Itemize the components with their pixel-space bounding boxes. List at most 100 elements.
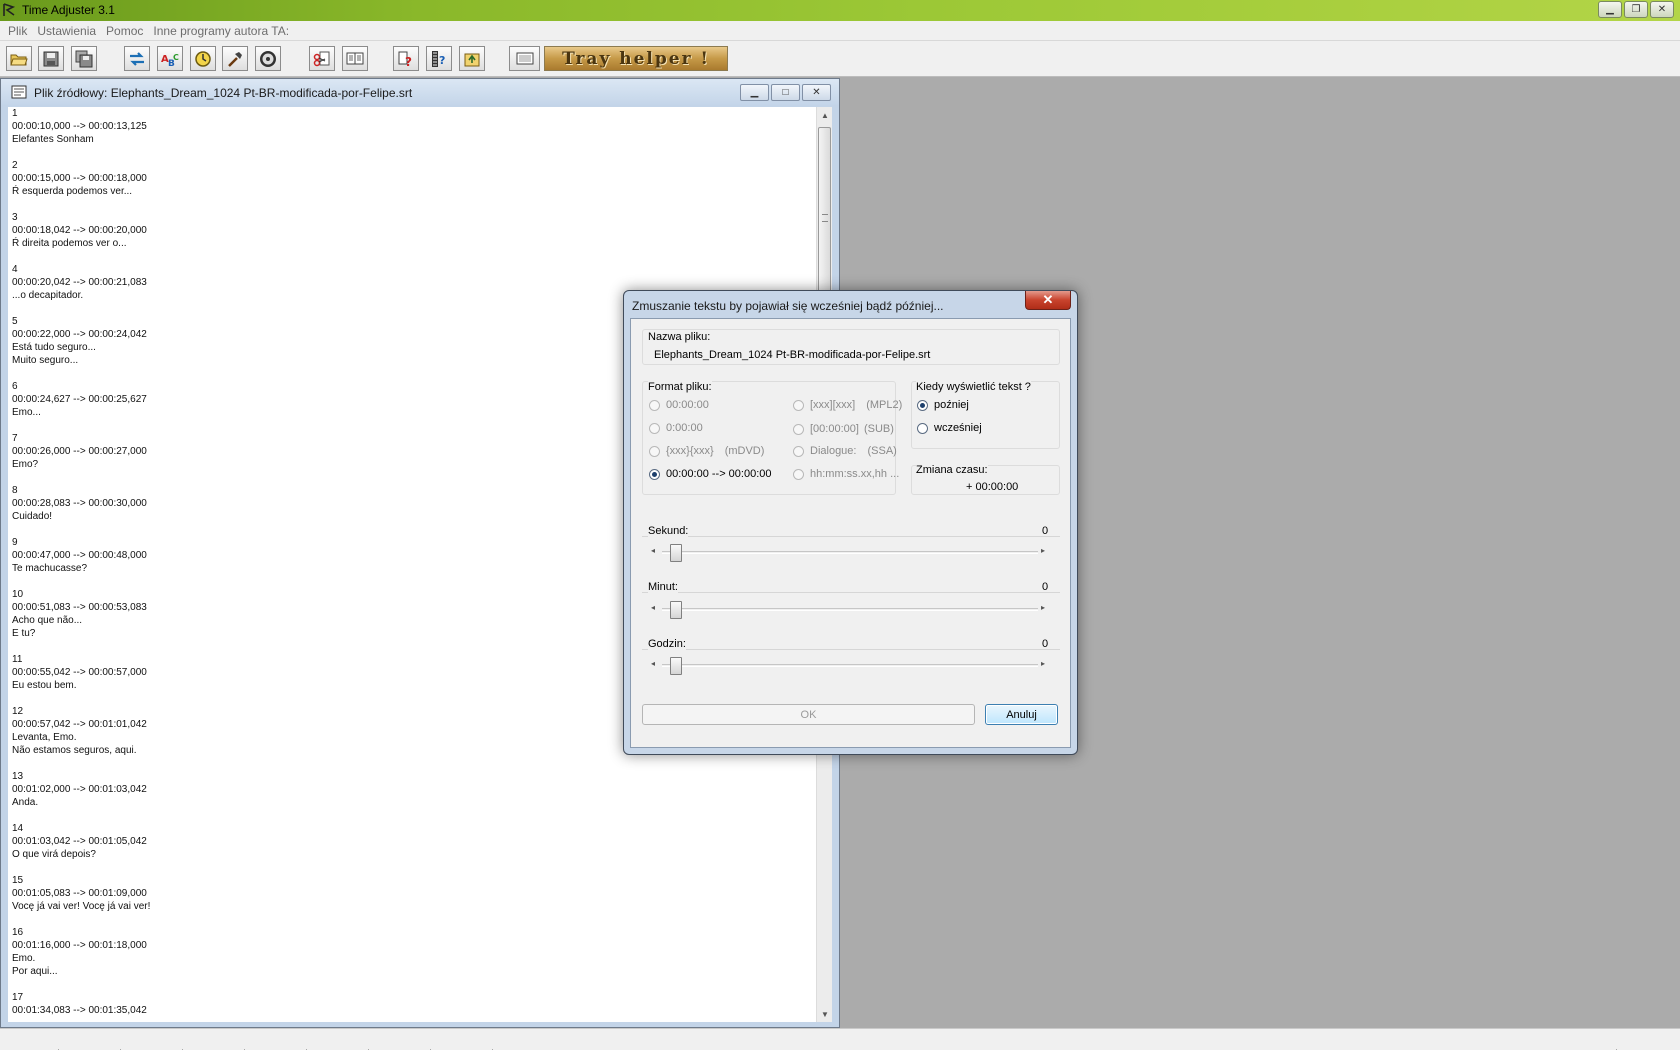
dialog-body: Nazwa pliku: Elephants_Dream_1024 Pt-BR-… bbox=[630, 318, 1071, 748]
status-bar bbox=[0, 1028, 1680, 1050]
format-label: Format pliku: bbox=[648, 381, 712, 393]
help-button[interactable]: ? bbox=[393, 46, 419, 71]
ok-button[interactable]: OK bbox=[642, 704, 975, 725]
when-label: Kiedy wyświetlić tekst ? bbox=[916, 381, 1031, 393]
film-reel-icon bbox=[260, 50, 276, 67]
scroll-up-arrow-icon[interactable]: ▲ bbox=[817, 107, 833, 123]
radio-button[interactable] bbox=[793, 399, 804, 411]
text-button[interactable]: ABC bbox=[157, 46, 183, 71]
scroll-down-arrow-icon[interactable]: ▼ bbox=[817, 1006, 833, 1022]
child-window-title: Plik źródłowy: Elephants_Dream_1024 Pt-B… bbox=[34, 86, 413, 100]
seconds-value: 0 bbox=[1042, 525, 1049, 537]
minutes-slider[interactable]: ◂ ▸ bbox=[648, 599, 1056, 621]
save-all-icon bbox=[75, 50, 93, 67]
slider-knob[interactable] bbox=[670, 544, 682, 562]
child-window-controls: ▁ □ ✕ bbox=[740, 84, 831, 101]
cut-button[interactable] bbox=[309, 46, 335, 71]
dialog-title: Zmuszanie tekstu by pojawiał się wcześni… bbox=[632, 299, 944, 313]
open-file-button[interactable] bbox=[6, 46, 32, 71]
restore-button[interactable]: ❐ bbox=[1624, 1, 1648, 18]
radio-button[interactable] bbox=[649, 422, 660, 434]
radio-button[interactable] bbox=[649, 399, 660, 411]
when-option-earlier[interactable]: wcześniej bbox=[917, 422, 982, 434]
child-window-title-bar[interactable]: Plik źródłowy: Elephants_Dream_1024 Pt-B… bbox=[1, 79, 839, 105]
format-option-sub[interactable]: [00:00:00] (SUB) bbox=[793, 423, 894, 435]
cancel-button[interactable]: Anuluj bbox=[985, 704, 1058, 725]
tray-helper-button[interactable]: Tray helper ! bbox=[544, 46, 728, 71]
hammer-icon bbox=[228, 51, 242, 67]
tray-icon bbox=[516, 52, 533, 64]
window-controls: ▁ ❐ ✕ bbox=[1598, 1, 1674, 18]
close-button[interactable]: ✕ bbox=[1650, 1, 1674, 18]
radio-button[interactable] bbox=[917, 422, 928, 434]
slider-right-arrow-icon[interactable]: ▸ bbox=[1041, 546, 1045, 555]
framerate-button[interactable] bbox=[255, 46, 281, 71]
menu-ustawienia[interactable]: Ustawienia bbox=[32, 24, 101, 38]
save-button[interactable] bbox=[38, 46, 64, 71]
menu-pomoc[interactable]: Pomoc bbox=[101, 24, 148, 38]
radio-button[interactable] bbox=[793, 468, 804, 480]
format-option-ssa[interactable]: Dialogue: (SSA) bbox=[793, 445, 897, 457]
document-icon bbox=[11, 85, 27, 99]
child-close-button[interactable]: ✕ bbox=[802, 84, 831, 101]
split-merge-button[interactable] bbox=[342, 46, 368, 71]
film-question-icon: ? bbox=[432, 50, 445, 67]
slider-knob[interactable] bbox=[670, 601, 682, 619]
export-button[interactable] bbox=[459, 46, 485, 71]
tool-button[interactable] bbox=[222, 46, 248, 71]
open-folder-icon bbox=[10, 54, 28, 65]
slider-left-arrow-icon[interactable]: ◂ bbox=[651, 659, 655, 668]
seconds-label: Sekund: bbox=[648, 525, 689, 537]
app-title: Time Adjuster 3.1 bbox=[22, 3, 115, 17]
hours-slider[interactable]: ◂ ▸ bbox=[648, 655, 1056, 677]
save-all-button[interactable] bbox=[71, 46, 97, 71]
app-title-bar[interactable]: Time Adjuster 3.1 ▁ ❐ ✕ bbox=[0, 0, 1680, 21]
time-change-label: Zmiana czasu: bbox=[916, 464, 988, 476]
toolbar: ABC ? ? Tray helper ! bbox=[0, 41, 1680, 77]
time-change-value: + 00:00:00 bbox=[966, 481, 1019, 493]
slider-right-arrow-icon[interactable]: ▸ bbox=[1041, 603, 1045, 612]
convert-button[interactable] bbox=[124, 46, 150, 71]
time-adjust-button[interactable] bbox=[190, 46, 216, 71]
documents-icon bbox=[346, 52, 364, 64]
divider bbox=[642, 536, 1060, 537]
help-question-icon: ? bbox=[398, 51, 412, 68]
format-option-short-hms[interactable]: 0:00:00 bbox=[649, 422, 703, 434]
minutes-label: Minut: bbox=[648, 581, 678, 593]
seconds-slider[interactable]: ◂ ▸ bbox=[648, 542, 1056, 564]
subtitle-text: 1 00:00:10,000 --> 00:00:13,125 Elefante… bbox=[12, 108, 151, 1016]
minimize-button[interactable]: ▁ bbox=[1598, 1, 1622, 18]
minutes-value: 0 bbox=[1042, 581, 1049, 593]
menu-plik[interactable]: Plik bbox=[3, 24, 32, 38]
radio-button[interactable] bbox=[649, 445, 660, 457]
app-icon bbox=[3, 3, 16, 16]
hours-value: 0 bbox=[1042, 638, 1049, 650]
menu-bar: Plik Ustawienia Pomoc Inne programy auto… bbox=[0, 21, 1680, 41]
radio-button[interactable] bbox=[649, 468, 660, 480]
menu-inne-programy[interactable]: Inne programy autora TA: bbox=[148, 24, 294, 38]
radio-button[interactable] bbox=[793, 445, 804, 457]
format-option-mpl2[interactable]: [xxx][xxx] (MPL2) bbox=[793, 399, 902, 411]
child-minimize-button[interactable]: ▁ bbox=[740, 84, 769, 101]
tray-button[interactable] bbox=[509, 46, 540, 71]
radio-button[interactable] bbox=[793, 423, 804, 435]
save-icon bbox=[43, 51, 59, 66]
child-maximize-button[interactable]: □ bbox=[771, 84, 800, 101]
slider-left-arrow-icon[interactable]: ◂ bbox=[651, 546, 655, 555]
scrollbar-thumb[interactable] bbox=[818, 127, 831, 307]
dialog-close-button[interactable]: ✕ bbox=[1025, 291, 1071, 310]
format-option-srt[interactable]: 00:00:00 --> 00:00:00 bbox=[649, 468, 772, 480]
when-option-later[interactable]: poźniej bbox=[917, 399, 969, 411]
format-option-mdvd[interactable]: {xxx}{xxx} (mDVD) bbox=[649, 445, 764, 457]
slider-right-arrow-icon[interactable]: ▸ bbox=[1041, 659, 1045, 668]
radio-button[interactable] bbox=[917, 399, 928, 411]
format-option-hms[interactable]: 00:00:00 bbox=[649, 399, 709, 411]
close-icon: ✕ bbox=[1042, 292, 1054, 307]
format-option-other[interactable]: hh:mm:ss.xx,hh ... bbox=[793, 468, 899, 480]
slider-knob[interactable] bbox=[670, 657, 682, 675]
divider bbox=[642, 649, 1060, 650]
clock-icon bbox=[195, 50, 211, 67]
film-help-button[interactable]: ? bbox=[426, 46, 452, 71]
abc-icon: A BC bbox=[161, 53, 179, 68]
slider-left-arrow-icon[interactable]: ◂ bbox=[651, 603, 655, 612]
